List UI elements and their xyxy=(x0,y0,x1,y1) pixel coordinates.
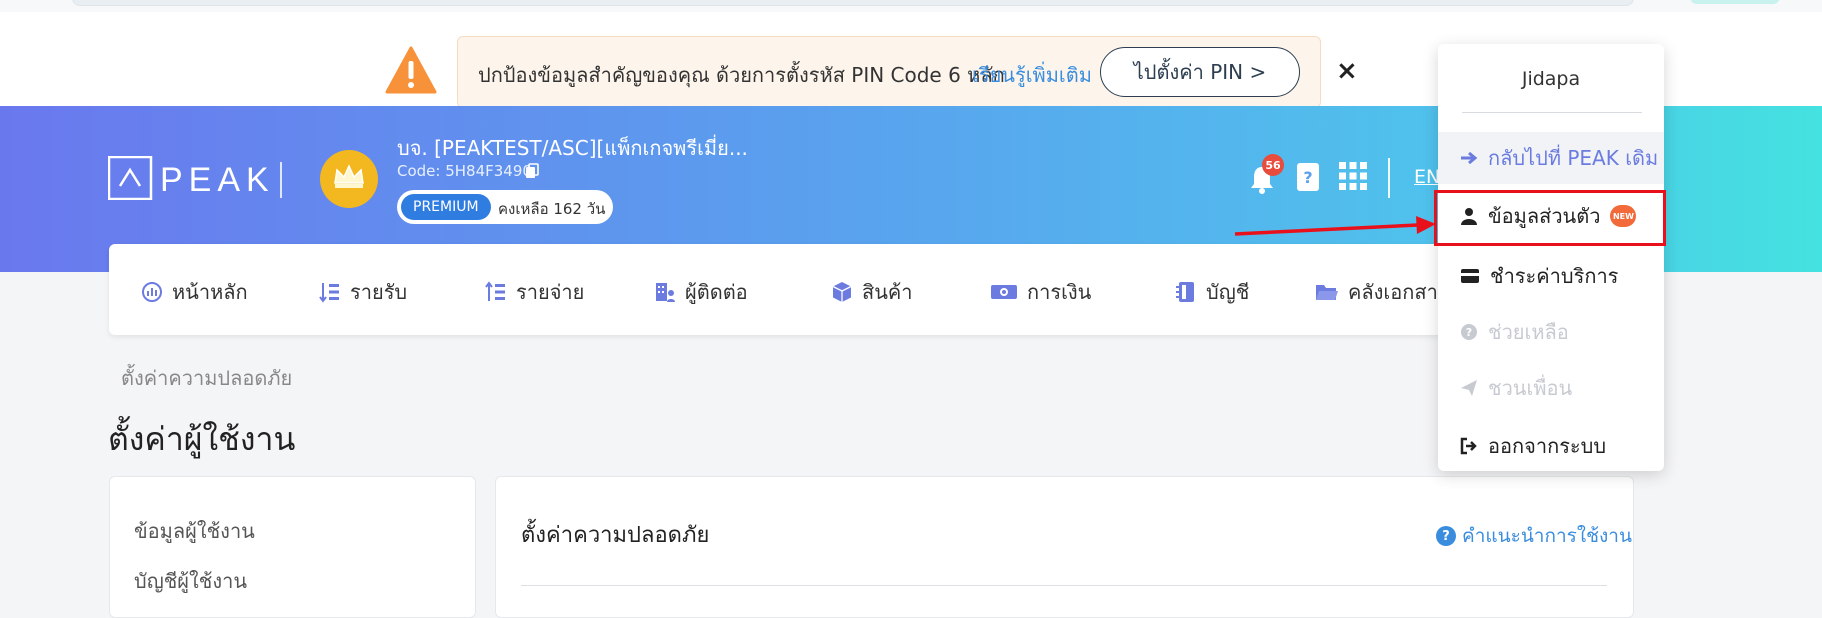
warning-icon xyxy=(385,46,437,94)
company-name[interactable]: บจ. [PEAKTEST/ASC][แพ็กเกจพรีเมี่ย... xyxy=(397,132,748,164)
question-circle-icon: ? xyxy=(1461,324,1477,340)
manual-book-icon[interactable]: ? xyxy=(1296,162,1320,192)
menu-item-help[interactable]: ? ช่วยเหลือ xyxy=(1438,306,1664,358)
top-right-button[interactable] xyxy=(1690,0,1780,4)
pin-banner: ปกป้องข้อมูลสำคัญของคุณ ด้วยการตั้งรหัส … xyxy=(457,36,1321,108)
question-circle-icon: ? xyxy=(1436,526,1456,546)
nav-label: รายรับ xyxy=(350,280,408,304)
nav-label: การเงิน xyxy=(1027,280,1092,304)
nav-label: หน้าหลัก xyxy=(172,280,248,304)
apps-grid-icon[interactable] xyxy=(1339,162,1367,190)
nav-label: บัญชี xyxy=(1206,280,1250,304)
premium-tag: PREMIUM xyxy=(401,194,491,220)
nav-item-expense[interactable]: รายจ่าย xyxy=(485,276,584,308)
svg-text:?: ? xyxy=(1466,326,1472,339)
address-bar[interactable] xyxy=(72,0,1634,6)
money-icon xyxy=(991,285,1017,299)
menu-item-billing[interactable]: ชำระค่าบริการ xyxy=(1438,250,1664,302)
annotation-highlight-box xyxy=(1434,190,1666,246)
panel-divider xyxy=(521,585,1607,586)
contacts-icon xyxy=(656,283,675,302)
dashboard-icon xyxy=(142,282,162,302)
logo-divider xyxy=(280,162,282,198)
copy-icon[interactable] xyxy=(524,163,540,179)
logo-text: PEAK xyxy=(160,161,268,199)
svg-text:?: ? xyxy=(1303,168,1312,187)
user-name: Jidapa xyxy=(1521,68,1581,90)
security-settings-panel: ตั้งค่าความปลอดภัย ? คำแนะนำการใช้งาน xyxy=(495,476,1634,618)
company-code: Code: 5H84F3490 xyxy=(397,162,532,180)
breadcrumb[interactable]: ตั้งค่าความปลอดภัย xyxy=(121,362,292,394)
usage-guide-link[interactable]: ? คำแนะนำการใช้งาน xyxy=(1436,521,1632,551)
annotation-arrow xyxy=(1234,216,1436,236)
nav-item-home[interactable]: หน้าหลัก xyxy=(141,276,248,308)
panel-title: ตั้งค่าความปลอดภัย xyxy=(521,523,710,548)
banner-message: ปกป้องข้อมูลสำคัญของคุณ ด้วยการตั้งรหัส … xyxy=(478,63,1005,87)
nav-item-documents[interactable]: คลังเอกสาร xyxy=(1315,276,1449,308)
nav-item-finance[interactable]: การเงิน xyxy=(990,276,1091,308)
nav-label: สินค้า xyxy=(862,280,913,304)
arrow-right-icon xyxy=(1461,151,1478,165)
income-icon xyxy=(319,283,339,303)
expense-icon xyxy=(485,281,505,301)
learn-more-link[interactable]: เรียนรู้เพิ่มเติม xyxy=(972,59,1092,91)
nav-label: รายจ่าย xyxy=(516,280,585,304)
settings-sidebar: ข้อมูลผู้ใช้งาน บัญชีผู้ใช้งาน xyxy=(109,476,476,618)
user-menu-dropdown: Jidapa กลับไปที่ PEAK เดิม ข้อมูลส่วนตัว… xyxy=(1438,44,1664,471)
language-switch[interactable]: EN xyxy=(1414,166,1440,188)
menu-item-label: ช่วยเหลือ xyxy=(1488,320,1569,344)
menu-item-back-to-old-peak[interactable]: กลับไปที่ PEAK เดิม xyxy=(1438,132,1664,184)
ledger-icon xyxy=(1176,282,1194,302)
main-nav: หน้าหลัก รายรับ รายจ่าย ผู้ติดต่อ สินค้า… xyxy=(109,244,1461,335)
nav-item-products[interactable]: สินค้า xyxy=(831,276,913,308)
menu-item-label: ออกจากระบบ xyxy=(1488,434,1607,458)
plan-status: PREMIUM คงเหลือ 162 วัน xyxy=(397,190,613,224)
page-title: ตั้งค่าผู้ใช้งาน xyxy=(108,420,296,458)
close-icon[interactable]: × xyxy=(1336,56,1358,86)
menu-item-label: ชำระค่าบริการ xyxy=(1490,264,1619,288)
menu-divider xyxy=(1462,112,1642,113)
menu-item-invite-friends[interactable]: ชวนเพื่อน xyxy=(1438,362,1664,414)
help-link-label: คำแนะนำการใช้งาน xyxy=(1462,525,1632,547)
menu-item-logout[interactable]: ออกจากระบบ xyxy=(1438,420,1664,472)
nav-item-contacts[interactable]: ผู้ติดต่อ xyxy=(654,276,748,308)
sidebar-item-user-info[interactable]: ข้อมูลผู้ใช้งาน xyxy=(134,515,255,547)
header-divider xyxy=(1388,158,1390,198)
sign-out-icon xyxy=(1460,437,1477,455)
set-pin-button[interactable]: ไปตั้งค่า PIN > xyxy=(1100,47,1300,97)
menu-item-label: ชวนเพื่อน xyxy=(1488,376,1573,400)
plan-remaining: คงเหลือ 162 วัน xyxy=(498,200,606,218)
nav-label: ผู้ติดต่อ xyxy=(685,280,748,304)
menu-item-label: กลับไปที่ PEAK เดิม xyxy=(1488,146,1659,170)
credit-card-icon xyxy=(1461,269,1479,283)
peak-logo[interactable]: PEAK xyxy=(108,156,268,200)
folder-icon xyxy=(1316,285,1338,300)
notification-count-badge: 56 xyxy=(1262,154,1284,176)
product-box-icon xyxy=(832,282,852,302)
premium-badge-icon xyxy=(320,150,378,208)
nav-item-income[interactable]: รายรับ xyxy=(319,276,407,308)
paper-plane-icon xyxy=(1461,380,1477,396)
sidebar-item-user-accounts[interactable]: บัญชีผู้ใช้งาน xyxy=(134,565,247,597)
nav-item-accounts[interactable]: บัญชี xyxy=(1175,276,1249,308)
nav-label: คลังเอกสาร xyxy=(1348,280,1449,304)
